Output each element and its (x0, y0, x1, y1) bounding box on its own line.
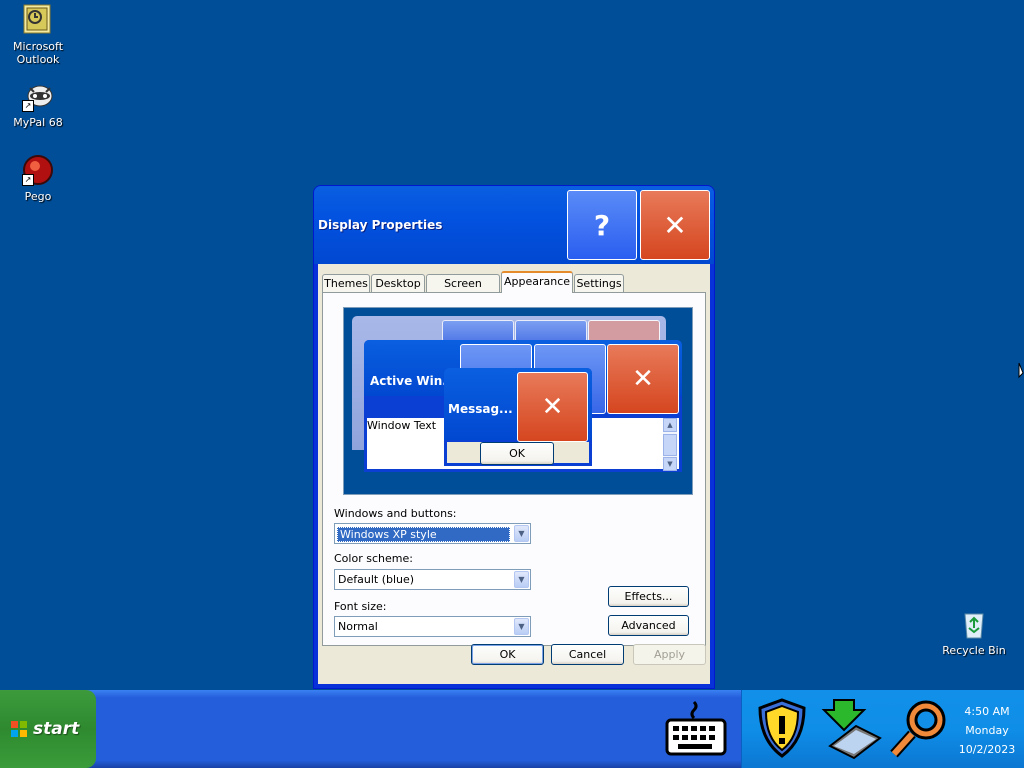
desktop-icon-label: Microsoft Outlook (12, 40, 64, 66)
preview-inactive-minimize-button (442, 320, 514, 342)
start-button[interactable]: start (0, 690, 96, 768)
windows-logo-icon (10, 720, 28, 738)
taskbar: start 4:50 AM Monday 10/2/2023 (0, 690, 1024, 768)
display-properties-dialog: Display Properties ? ✕ Themes Desktop Sc… (314, 186, 714, 688)
outlook-icon (22, 4, 54, 36)
tab-desktop[interactable]: Desktop (371, 274, 425, 292)
mouse-cursor-icon (1018, 362, 1024, 383)
close-icon: ✕ (541, 392, 564, 422)
scroll-down-icon: ▼ (663, 457, 677, 471)
tab-themes[interactable]: Themes (322, 274, 370, 292)
desktop-icon-label: Recycle Bin (942, 644, 1006, 657)
desktop-icon-outlook[interactable]: Microsoft Outlook (0, 4, 76, 66)
windows-buttons-select[interactable]: Windows XP style ▼ (334, 523, 531, 544)
clock[interactable]: 4:50 AM Monday 10/2/2023 (949, 702, 1024, 759)
effects-button[interactable]: Effects... (608, 586, 689, 607)
preview-inactive-maximize-button (515, 320, 587, 342)
network-icon[interactable] (820, 696, 884, 760)
dialog-client-area: Themes Desktop Screen Saver Appearance S… (318, 264, 710, 684)
tab-appearance[interactable]: Appearance (501, 271, 573, 293)
chevron-down-icon[interactable]: ▼ (514, 571, 529, 588)
preview-message-box: Messag... ✕ OK (444, 368, 592, 466)
pego-icon: ↗ (22, 154, 54, 186)
close-icon: ✕ (663, 208, 687, 242)
desktop-icon-pego[interactable]: ↗ Pego (0, 154, 76, 203)
recycle-bin-icon (958, 608, 990, 640)
appearance-preview: Active Win. ✕ Window Text ▲ ▼ Messag... … (343, 307, 693, 495)
keyboard-icon[interactable] (664, 700, 728, 758)
preview-message-close-button: ✕ (517, 372, 588, 442)
scroll-thumb (663, 434, 677, 456)
tab-screen-saver[interactable]: Screen Saver (426, 274, 500, 308)
preview-inactive-close-button (588, 320, 660, 342)
windows-buttons-label: Windows and buttons: (334, 507, 457, 520)
appearance-panel: Active Win. ✕ Window Text ▲ ▼ Messag... … (322, 292, 706, 646)
preview-ok-button: OK (480, 442, 554, 465)
desktop-icon-label: MyPal 68 (13, 116, 63, 129)
font-size-label: Font size: (334, 600, 387, 613)
search-icon[interactable] (888, 696, 950, 760)
clock-time: 4:50 AM (964, 705, 1010, 718)
windows-buttons-value: Windows XP style (337, 527, 510, 542)
preview-scrollbar: ▲ ▼ (663, 418, 677, 471)
clock-date: 10/2/2023 (958, 743, 1016, 756)
color-scheme-select[interactable]: Default (blue) ▼ (334, 569, 531, 590)
tab-settings[interactable]: Settings (574, 274, 624, 292)
advanced-button[interactable]: Advanced (608, 615, 689, 636)
system-tray: 4:50 AM Monday 10/2/2023 (741, 690, 1024, 768)
ok-button[interactable]: OK (471, 644, 544, 665)
close-button[interactable]: ✕ (640, 190, 710, 260)
raccoon-icon: ↗ (22, 80, 54, 112)
scroll-up-icon: ▲ (663, 418, 677, 432)
font-size-value: Normal (338, 620, 378, 633)
preview-active-title: Active Win. (370, 374, 447, 388)
chevron-down-icon[interactable]: ▼ (514, 618, 529, 635)
cancel-button[interactable]: Cancel (551, 644, 624, 665)
preview-active-close-button: ✕ (607, 344, 679, 414)
start-label: start (33, 719, 80, 739)
desktop-icon-recycle-bin[interactable]: Recycle Bin (936, 608, 1012, 657)
help-button[interactable]: ? (567, 190, 637, 260)
apply-button[interactable]: Apply (633, 644, 706, 665)
title-bar[interactable]: Display Properties ? ✕ (314, 186, 714, 264)
desktop-icon-label: Pego (24, 190, 52, 203)
color-scheme-label: Color scheme: (334, 552, 413, 565)
shortcut-arrow-icon: ↗ (22, 100, 34, 112)
desktop-icon-mypal[interactable]: ↗ MyPal 68 (0, 80, 76, 129)
security-shield-icon[interactable] (752, 696, 812, 760)
preview-window-text: Window Text (367, 419, 437, 432)
preview-message-title: Messag... (448, 402, 513, 416)
shortcut-arrow-icon: ↗ (22, 174, 34, 186)
dialog-title: Display Properties (318, 218, 443, 232)
chevron-down-icon[interactable]: ▼ (514, 525, 529, 542)
close-icon: ✕ (632, 364, 654, 394)
font-size-select[interactable]: Normal ▼ (334, 616, 531, 637)
color-scheme-value: Default (blue) (338, 573, 415, 586)
clock-day: Monday (965, 724, 1009, 737)
